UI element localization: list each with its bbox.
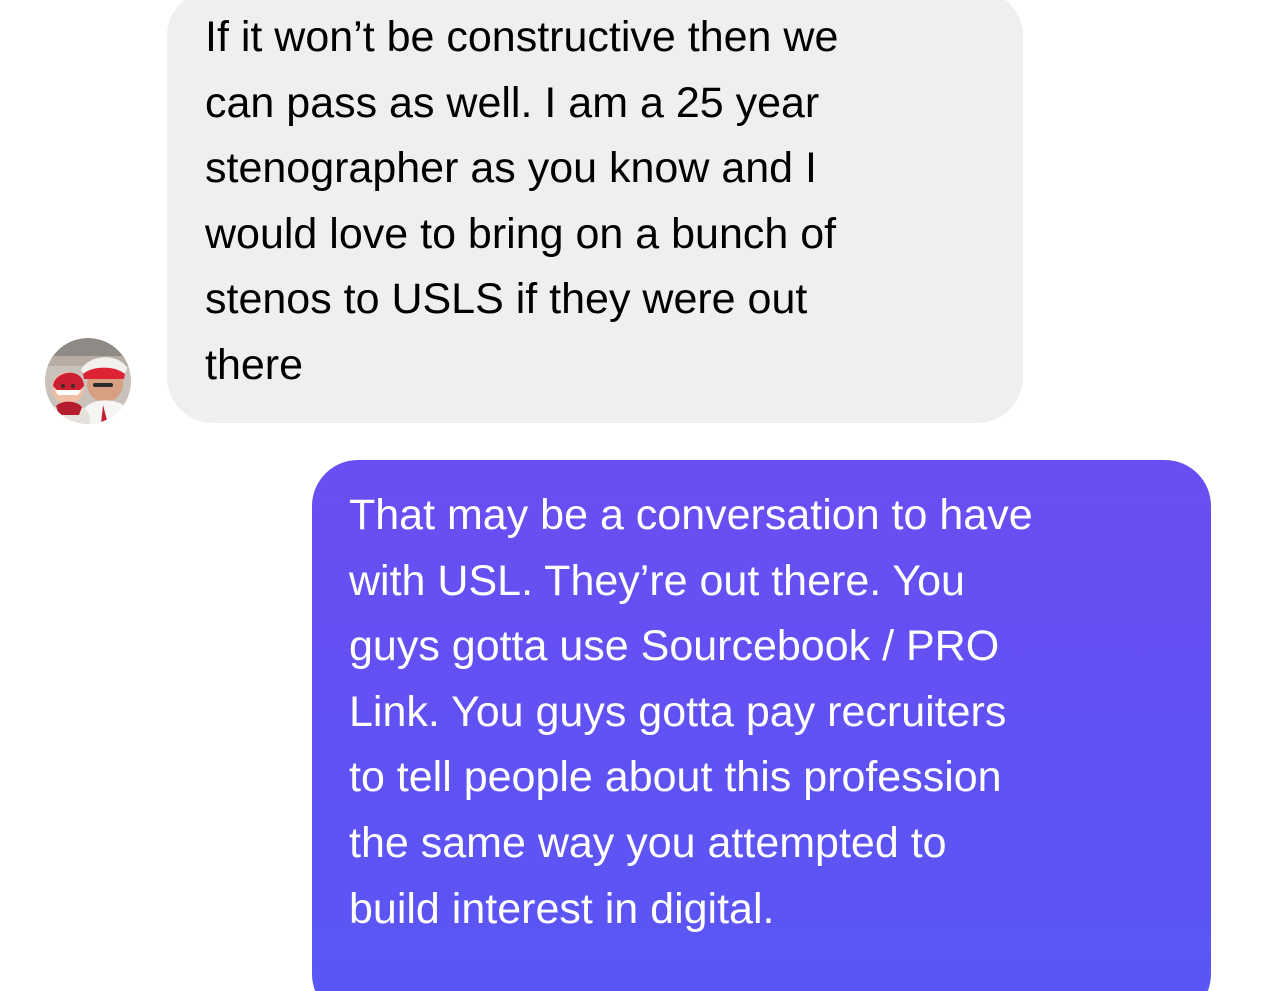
outgoing-message-bubble[interactable]: That may be a conversation to have with … [312,460,1211,991]
outgoing-message-text: That may be a conversation to have with … [349,491,1033,933]
contact-avatar[interactable] [45,338,131,424]
incoming-message-text: If it won’t be constructive then we can … [205,13,839,389]
contact-photo-avatar-icon [45,338,131,424]
incoming-message-bubble[interactable]: If it won’t be constructive then we can … [167,0,1023,423]
